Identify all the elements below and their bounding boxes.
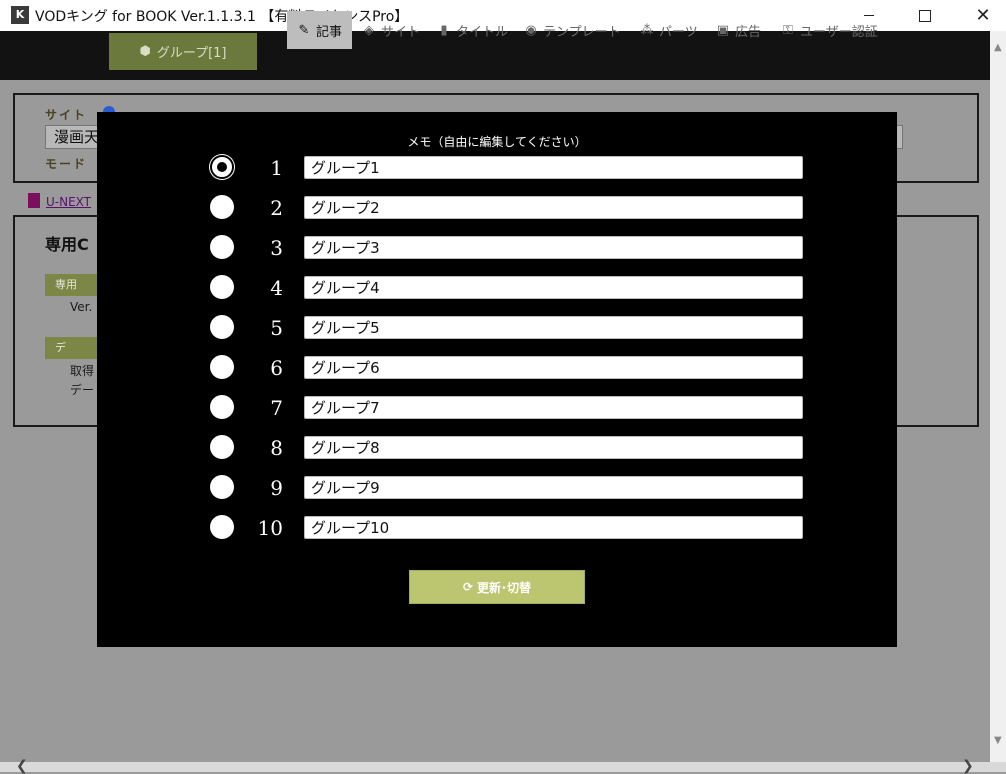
tab-ads[interactable]: ▣ 広告 <box>716 11 761 49</box>
group-row: 8 <box>97 435 897 460</box>
group-number: 9 <box>270 476 283 500</box>
group-row: 7 <box>97 395 897 420</box>
layers-icon: ◈ <box>364 22 374 38</box>
group-number: 3 <box>270 236 283 260</box>
group-radio-2[interactable] <box>210 195 234 219</box>
tab-parts-label: パーツ <box>659 24 698 40</box>
version-text: Ver. <box>70 300 93 314</box>
unlock-icon: ⚿ <box>783 22 793 38</box>
group-radio-4[interactable] <box>210 275 234 299</box>
group-name-input[interactable] <box>304 156 803 179</box>
group-number: 7 <box>270 396 283 420</box>
group-name-input[interactable] <box>304 276 803 299</box>
close-icon: ✕ <box>975 4 991 26</box>
group-name-input[interactable] <box>304 196 803 219</box>
group-name-input[interactable] <box>304 236 803 259</box>
group-name-input[interactable] <box>304 316 803 339</box>
cubes-icon: ⁂ <box>640 22 654 38</box>
scroll-up-icon[interactable]: ▲ <box>994 42 1002 53</box>
group-row: 2 <box>97 195 897 220</box>
group-row: 4 <box>97 275 897 300</box>
group-radio-1[interactable] <box>210 155 234 179</box>
pdf-icon <box>28 193 40 208</box>
tab-user-auth-label: ユーザー認証 <box>800 24 878 40</box>
tab-template[interactable]: ◉ テンプレート <box>524 11 621 49</box>
vertical-scrollbar[interactable] <box>990 31 1006 763</box>
maximize-icon <box>919 9 931 22</box>
app-logo-icon: K <box>11 6 29 24</box>
group-number: 10 <box>257 516 283 540</box>
cube-icon: ⬢ <box>139 44 151 59</box>
update-switch-label: 更新･切替 <box>477 580 532 595</box>
data-button[interactable]: デ <box>45 337 105 359</box>
tab-article[interactable]: ✎ 記事 <box>287 11 353 49</box>
tab-site[interactable]: ◈ サイト <box>362 11 420 49</box>
group-radio-7[interactable] <box>210 395 234 419</box>
tab-title-label: タイトル <box>456 24 509 40</box>
group-radio-8[interactable] <box>210 435 234 459</box>
group-modal: メモ（自由に編集してください） 1 2 3 4 5 6 7 8 <box>97 112 897 647</box>
group-button[interactable]: ⬢ グループ[1] <box>109 33 257 70</box>
horizontal-scrollbar[interactable] <box>0 762 1006 772</box>
group-name-input[interactable] <box>304 396 803 419</box>
group-number: 6 <box>270 356 283 380</box>
site-label: サイト <box>45 108 88 122</box>
close-button[interactable]: ✕ <box>960 0 1006 31</box>
group-radio-5[interactable] <box>210 315 234 339</box>
mode-label: モード <box>45 157 88 171</box>
group-button-label: グループ[1] <box>156 46 227 61</box>
panel-heading: 専用C <box>45 235 89 254</box>
update-switch-button[interactable]: ⟳ 更新･切替 <box>409 570 585 604</box>
tab-title[interactable]: ▮ タイトル <box>437 11 508 49</box>
tab-parts[interactable]: ⁂ パーツ <box>640 11 698 49</box>
group-row: 9 <box>97 475 897 500</box>
group-number: 1 <box>270 156 283 180</box>
group-radio-9[interactable] <box>210 475 234 499</box>
group-number: 4 <box>270 276 283 300</box>
group-number: 5 <box>270 316 283 340</box>
group-number: 8 <box>270 436 283 460</box>
group-number: 2 <box>270 196 283 220</box>
tab-article-label: 記事 <box>316 24 343 40</box>
fetch-text: 取得 <box>70 364 95 378</box>
group-name-input[interactable] <box>304 436 803 459</box>
maximize-button[interactable] <box>902 0 948 31</box>
group-radio-6[interactable] <box>210 355 234 379</box>
group-name-input[interactable] <box>304 516 803 539</box>
window-title: VODキング for BOOK Ver.1.1.3.1 【有料ライセンスPro】 <box>35 9 409 25</box>
group-name-input[interactable] <box>304 356 803 379</box>
ad-icon: ▣ <box>716 22 730 38</box>
palette-icon: ◉ <box>525 22 537 38</box>
group-radio-10[interactable] <box>210 515 234 539</box>
group-row: 5 <box>97 315 897 340</box>
tab-site-label: サイト <box>381 24 421 40</box>
group-row: 6 <box>97 355 897 380</box>
unext-link[interactable]: U-NEXT <box>46 195 91 209</box>
pen-icon: ✎ <box>298 22 310 38</box>
scroll-down-icon[interactable]: ▼ <box>994 735 1002 746</box>
tab-template-label: テンプレート <box>543 24 621 40</box>
refresh-icon: ⟳ <box>462 580 474 594</box>
dedicated-button[interactable]: 専用 <box>45 274 105 296</box>
group-row: 10 <box>97 515 897 540</box>
bookmark-icon: ▮ <box>440 22 448 38</box>
group-name-input[interactable] <box>304 476 803 499</box>
group-radio-3[interactable] <box>210 235 234 259</box>
data-text: デー <box>70 383 95 397</box>
group-row: 1 <box>97 155 897 180</box>
group-row: 3 <box>97 235 897 260</box>
tab-ads-label: 広告 <box>735 24 762 40</box>
memo-label: メモ（自由に編集してください） <box>407 135 587 149</box>
tab-user-auth[interactable]: ⚿ ユーザー認証 <box>781 11 878 49</box>
